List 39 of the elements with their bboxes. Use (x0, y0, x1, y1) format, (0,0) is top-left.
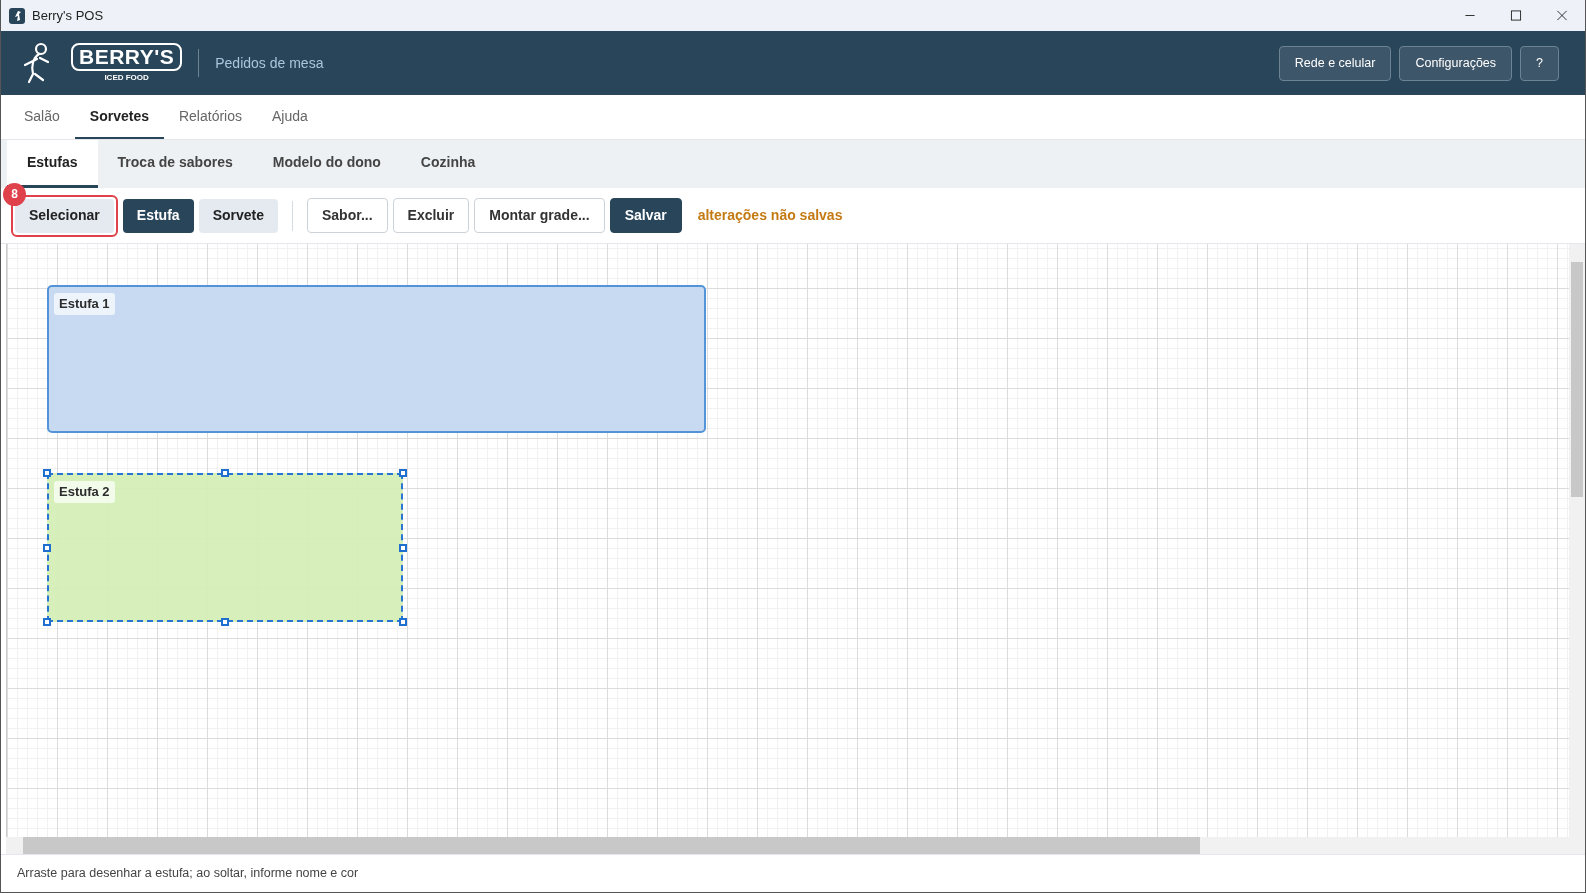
sub-tab[interactable]: Cozinha (400, 140, 496, 188)
page-subtitle: Pedidos de mesa (215, 53, 324, 73)
resize-handle[interactable] (399, 618, 407, 626)
main-tab[interactable]: Salão (9, 95, 75, 139)
grid-canvas[interactable]: Estufa 1 Estufa 2 (6, 244, 1569, 837)
resize-handle[interactable] (43, 543, 51, 552)
mode-button[interactable]: Sorvete (198, 198, 278, 233)
resize-handle[interactable] (399, 543, 407, 552)
sub-tab[interactable]: Modelo do dono (252, 140, 401, 188)
header-button[interactable]: ? (1520, 45, 1559, 81)
main-tab[interactable]: Ajuda (257, 95, 323, 139)
app-icon (9, 7, 25, 24)
toolbar-button[interactable]: Sabor... (307, 198, 388, 233)
resize-handle[interactable] (43, 469, 51, 477)
mode-button[interactable]: Estufa (122, 198, 194, 233)
brand-logo-text: BERRY'S (71, 42, 183, 71)
greenhouse-area[interactable]: Estufa 1 (47, 285, 706, 433)
horizontal-scrollbar[interactable] (6, 837, 1585, 854)
mode-button[interactable]: Selecionar (15, 198, 114, 233)
unsaved-status: alterações não salvas (697, 206, 843, 225)
area-label: Estufa 1 (54, 293, 115, 315)
main-tab[interactable]: Relatórios (163, 95, 257, 139)
sub-tab[interactable]: Estufas (7, 140, 98, 188)
header-button[interactable]: Rede e celular (1278, 45, 1392, 81)
header-button[interactable]: Configurações (1399, 45, 1513, 81)
save-button[interactable]: Salvar (609, 198, 682, 233)
resize-handle[interactable] (399, 469, 407, 477)
brand-tagline: ICED FOOD (103, 71, 150, 84)
window-title: Berry's POS (32, 6, 104, 25)
sub-tab[interactable]: Troca de sabores (97, 140, 253, 188)
greenhouse-area[interactable]: Estufa 2 (47, 473, 403, 622)
resize-handle[interactable] (221, 618, 229, 626)
toolbar-button[interactable]: Excluir (392, 198, 470, 233)
resize-handle[interactable] (43, 618, 51, 626)
toolbar-button[interactable]: Montar grade... (474, 198, 605, 233)
area-label: Estufa 2 (54, 481, 115, 503)
resize-handle[interactable] (221, 469, 229, 477)
vertical-scrollbar[interactable] (1569, 244, 1585, 837)
status-text: Arraste para desenhar a estufa; ao soltar, informe nome e cor (17, 865, 359, 883)
